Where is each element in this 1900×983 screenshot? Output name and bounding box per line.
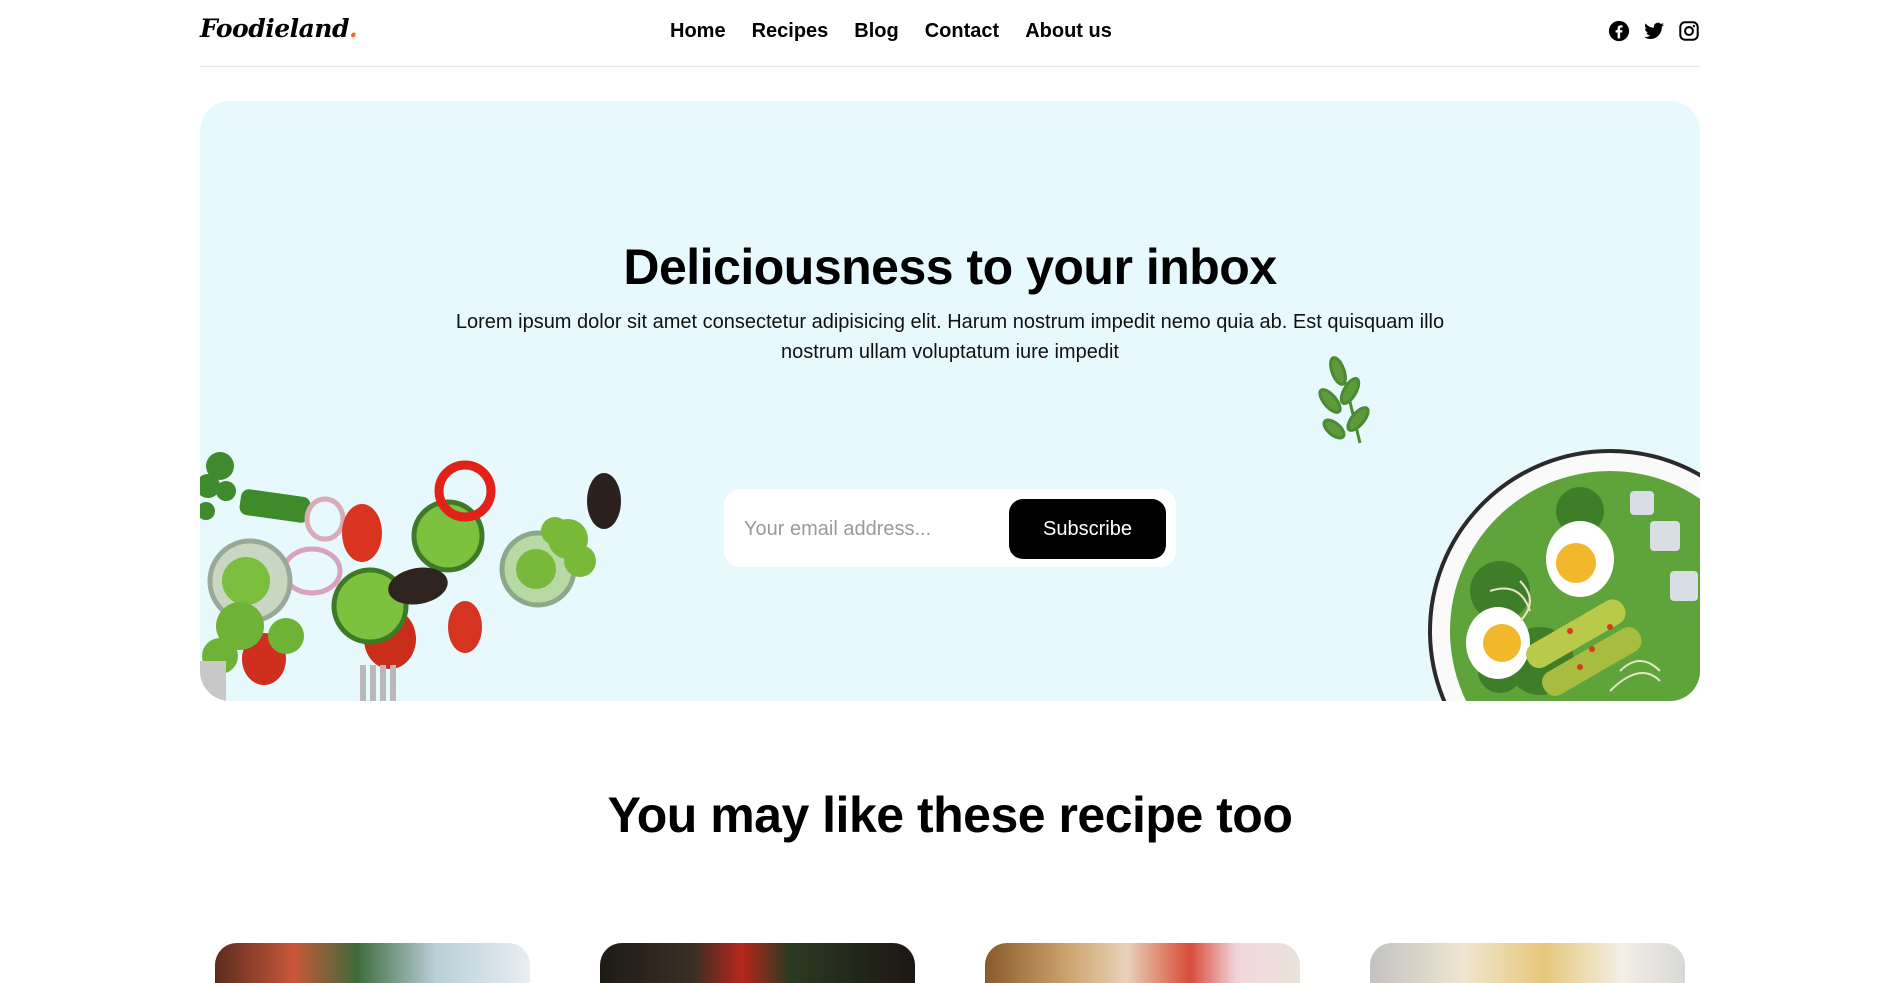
nav-home[interactable]: Home xyxy=(670,20,726,43)
vegetables-illustration xyxy=(200,452,621,701)
newsletter-section: Deliciousness to your inbox Lorem ipsum … xyxy=(200,101,1700,701)
logo[interactable]: Foodieland. xyxy=(200,14,358,43)
nav-blog[interactable]: Blog xyxy=(854,20,898,43)
recipe-card-image[interactable] xyxy=(215,943,530,983)
logo-text: Foodieland xyxy=(200,14,349,43)
recipe-card-image[interactable] xyxy=(985,943,1300,983)
facebook-icon[interactable] xyxy=(1608,20,1630,42)
site-header: Foodieland. Home Recipes Blog Contact Ab… xyxy=(200,0,1700,67)
subscribe-form: Subscribe xyxy=(724,489,1176,567)
recipe-card-image[interactable] xyxy=(600,943,915,983)
email-input[interactable] xyxy=(742,509,996,549)
social-links xyxy=(1608,20,1700,42)
recommendations-title: You may like these recipe too xyxy=(607,787,1293,843)
newsletter-title: Deliciousness to your inbox xyxy=(623,239,1277,295)
salad-bowl-illustration xyxy=(1318,356,1700,701)
recipe-cards xyxy=(215,943,1685,983)
nav-contact[interactable]: Contact xyxy=(925,20,999,43)
subscribe-button[interactable]: Subscribe xyxy=(1009,499,1166,559)
instagram-icon[interactable] xyxy=(1678,20,1700,42)
twitter-icon[interactable] xyxy=(1643,20,1665,42)
nav-about-us[interactable]: About us xyxy=(1025,20,1112,43)
recipe-card-image[interactable] xyxy=(1370,943,1685,983)
logo-dot: . xyxy=(348,14,358,43)
nav-recipes[interactable]: Recipes xyxy=(752,20,829,43)
main-nav: Home Recipes Blog Contact About us xyxy=(670,20,1112,43)
page: Foodieland. Home Recipes Blog Contact Ab… xyxy=(0,0,1900,983)
